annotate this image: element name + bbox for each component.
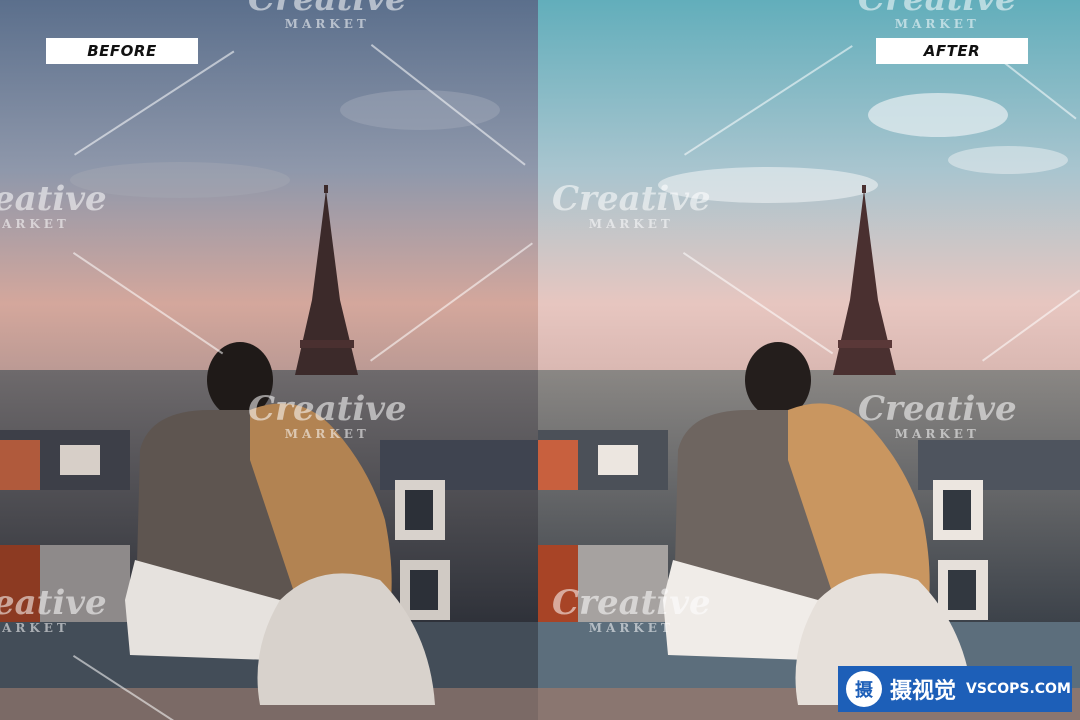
watermark-bottom-right: Creative MARKET (552, 586, 711, 634)
watermark-brand: Creative (248, 389, 407, 429)
watermark-sub: MARKET (284, 427, 370, 441)
watermark-sub: MARKET (284, 17, 370, 31)
watermark-mid-left: Creative MARKET (0, 182, 107, 230)
watermark-brand: Creative (0, 179, 107, 219)
watermark-sub: MARKET (894, 427, 980, 441)
badge-en-text: VSCOPS.COM (966, 681, 1071, 697)
before-after-comparison: BEFORE AFTER Creative MARKET Creative MA… (0, 0, 1080, 720)
watermark-bottom-left: Creative MARKET (0, 586, 107, 634)
watermark-sub: MARKET (894, 17, 980, 31)
watermark-center-right: Creative MARKET (858, 392, 1017, 440)
watermark-brand: Creative (552, 583, 711, 623)
watermark-mid-right: Creative MARKET (552, 182, 711, 230)
watermark-brand: Creative (248, 0, 407, 16)
watermark-brand: Creative (858, 389, 1017, 429)
badge-cn-text: 摄视觉 (890, 679, 957, 704)
watermark-sub: MARKET (588, 217, 674, 231)
watermark-brand: Creative (0, 583, 107, 623)
watermark-center-left: Creative MARKET (248, 392, 407, 440)
watermark-sub: MARKET (588, 621, 674, 635)
watermark-sub: MARKET (0, 621, 70, 635)
watermark-top-left: Creative MARKET (248, 0, 407, 30)
vscops-badge: 摄 摄视觉 VSCOPS.COM (838, 666, 1072, 712)
watermark-brand: Creative (552, 179, 711, 219)
watermark-brand: Creative (858, 0, 1017, 16)
watermark-top-right: Creative MARKET (858, 0, 1017, 30)
watermark-sub: MARKET (0, 217, 70, 231)
after-label: AFTER (876, 38, 1028, 64)
before-label: BEFORE (46, 38, 198, 64)
vscops-logo-icon: 摄 (846, 671, 882, 707)
